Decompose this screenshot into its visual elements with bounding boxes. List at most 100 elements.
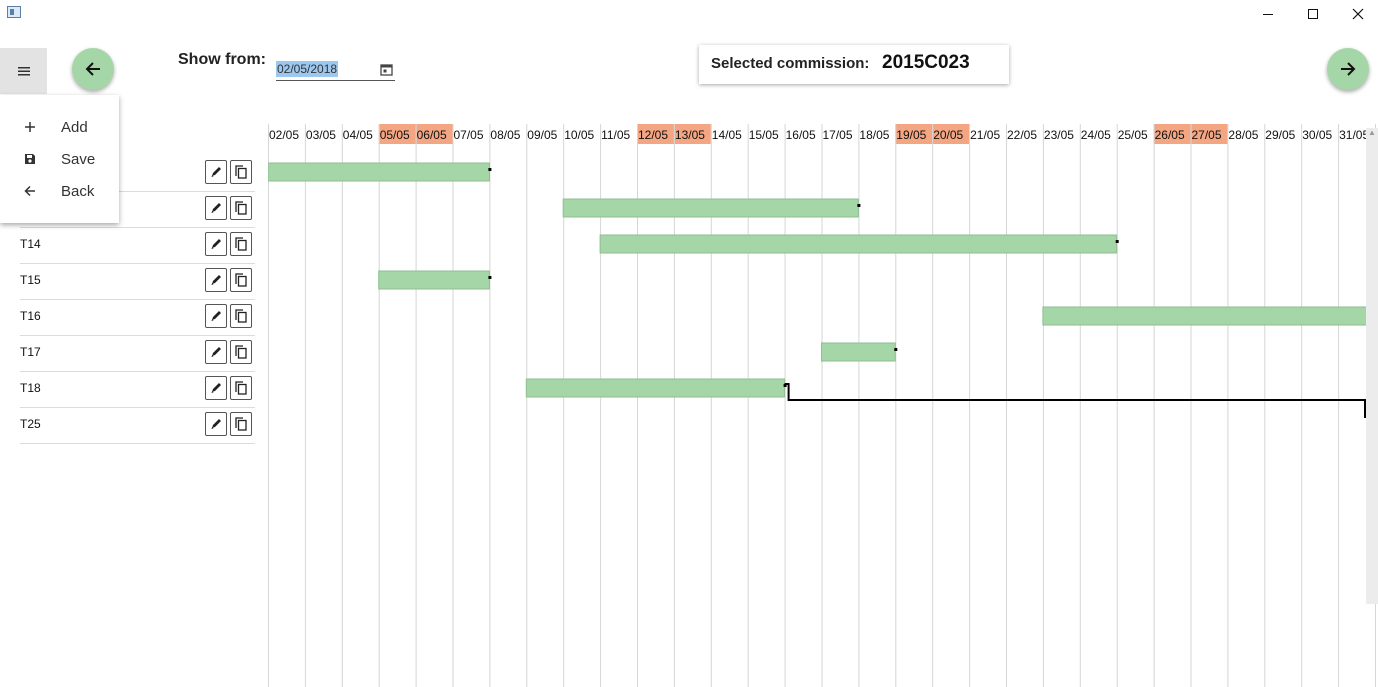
commission-value: 2015C023 [882, 52, 970, 73]
copy-button[interactable] [230, 340, 252, 364]
bar-end-handle [488, 276, 492, 279]
pencil-icon [210, 382, 222, 394]
pencil-icon [210, 418, 222, 430]
task-row: T15 [20, 264, 255, 300]
day-label: 11/05 [601, 128, 630, 142]
menu-item-save[interactable]: Save [0, 143, 119, 175]
edit-button[interactable] [205, 376, 227, 400]
copy-icon [235, 345, 247, 359]
day-label: 22/05 [1007, 128, 1037, 142]
menu-toggle-button[interactable] [0, 48, 47, 94]
task-bar [1042, 306, 1376, 326]
minimize-button[interactable] [1245, 0, 1291, 28]
day-label: 09/05 [527, 128, 557, 142]
edit-button[interactable] [205, 232, 227, 256]
day-label: 25/05 [1118, 128, 1148, 142]
day-label: 24/05 [1081, 128, 1111, 142]
side-menu: Add Save Back [0, 95, 119, 223]
copy-button[interactable] [230, 376, 252, 400]
task-bar [562, 198, 859, 218]
copy-button[interactable] [230, 232, 252, 256]
gantt-chart: 02/05 03/05 04/05 05/05 06/05 07/05 08/05 09/05… [268, 124, 1377, 687]
edit-button[interactable] [205, 196, 227, 220]
edit-button[interactable] [205, 268, 227, 292]
bar-end-handle [894, 348, 898, 351]
vertical-scrollbar[interactable] [1366, 128, 1378, 604]
bar-end-handle [488, 168, 492, 171]
task-label: T15 [20, 273, 41, 287]
copy-icon [235, 165, 247, 179]
task-row: T17 [20, 336, 255, 372]
edit-button[interactable] [205, 160, 227, 184]
next-button[interactable] [1327, 48, 1369, 90]
copy-button[interactable] [230, 160, 252, 184]
copy-icon [235, 417, 247, 431]
task-label: T25 [20, 417, 41, 431]
copy-button[interactable] [230, 196, 252, 220]
hamburger-icon [17, 67, 30, 76]
day-label: 18/05 [859, 128, 889, 142]
pencil-icon [210, 310, 222, 322]
task-bar [525, 378, 786, 398]
calendar-icon[interactable] [380, 63, 393, 81]
day-label: 30/05 [1302, 128, 1332, 142]
commission-card: Selected commission: 2015C023 [699, 45, 1009, 84]
task-label: T14 [20, 237, 41, 251]
edit-button[interactable] [205, 340, 227, 364]
day-label: 23/05 [1044, 128, 1074, 142]
task-label: T16 [20, 309, 41, 323]
day-label: 21/05 [970, 128, 1000, 142]
pencil-icon [210, 346, 222, 358]
task-row: T25 [20, 408, 255, 444]
copy-icon [235, 273, 247, 287]
task-label: T17 [20, 345, 41, 359]
pencil-icon [210, 202, 222, 214]
task-row: T18 [20, 372, 255, 408]
day-label: 07/05 [454, 128, 484, 142]
day-label: 08/05 [490, 128, 520, 142]
floppy-disk-icon [20, 153, 40, 165]
arrow-right-icon [1341, 62, 1356, 76]
edit-button[interactable] [205, 304, 227, 328]
task-row: T14 [20, 228, 255, 264]
copy-button[interactable] [230, 268, 252, 292]
copy-icon [235, 237, 247, 251]
menu-item-label: Add [61, 118, 88, 136]
day-label: 02/05 [269, 128, 299, 142]
bar-end-handle [857, 204, 861, 207]
day-label: 15/05 [749, 128, 779, 142]
arrow-left-icon [20, 185, 40, 197]
copy-button[interactable] [230, 304, 252, 328]
pencil-icon [210, 238, 222, 250]
day-label: 12/05 [638, 128, 668, 142]
task-bar [268, 162, 490, 182]
maximize-button[interactable] [1290, 0, 1336, 28]
close-button[interactable] [1335, 0, 1378, 28]
task-bar [821, 342, 896, 362]
day-label: 19/05 [896, 128, 926, 142]
day-label: 29/05 [1265, 128, 1295, 142]
task-bar [378, 270, 490, 290]
copy-icon [235, 309, 247, 323]
day-label: 04/05 [343, 128, 373, 142]
day-label: 31/05 [1339, 128, 1369, 142]
copy-icon [235, 381, 247, 395]
dependency-line [784, 383, 1366, 418]
previous-button[interactable] [72, 48, 114, 90]
edit-button[interactable] [205, 412, 227, 436]
day-label: 13/05 [675, 128, 705, 142]
commission-label: Selected commission: [711, 55, 870, 72]
copy-button[interactable] [230, 412, 252, 436]
date-picker[interactable]: 02/05/2018 [276, 60, 395, 81]
menu-item-back[interactable]: Back [0, 175, 119, 207]
show-from-label: Show from: [178, 51, 266, 68]
arrow-left-icon [85, 62, 100, 76]
menu-item-label: Back [61, 182, 95, 200]
scroll-up-icon[interactable]: ▲ [1368, 128, 1376, 137]
day-label: 28/05 [1228, 128, 1258, 142]
task-label: T18 [20, 381, 41, 395]
date-value[interactable]: 02/05/2018 [276, 61, 339, 77]
pencil-icon [210, 166, 222, 178]
day-label: 16/05 [786, 128, 816, 142]
menu-item-add[interactable]: Add [0, 111, 119, 143]
